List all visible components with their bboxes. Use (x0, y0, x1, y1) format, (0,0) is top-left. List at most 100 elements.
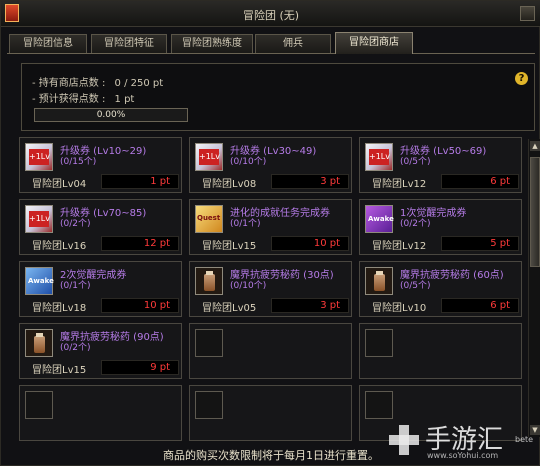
expected-points-label: - 预计获得点数 : (32, 94, 106, 105)
tab-team-shop[interactable]: 冒险团商店 (335, 32, 413, 54)
item-price: 3 pt (271, 174, 349, 189)
window-title: 冒险团 (无) (242, 9, 300, 22)
shop-item-card[interactable]: +1Lv 升级券 (Lv50~69) (0/5个) 冒险团Lv12 6 pt (359, 137, 522, 193)
shop-item-card[interactable]: 魔界抗疲劳秘药 (60点) (0/5个) 冒险团Lv10 6 pt (359, 261, 522, 317)
ticket-label: Awake (368, 215, 394, 223)
required-team-level: 冒险团Lv12 (372, 179, 427, 190)
tab-team-proficiency[interactable]: 冒险团熟练度 (171, 34, 253, 53)
empty-shop-slot (19, 385, 182, 441)
item-purchase-count: (0/2个) (400, 219, 431, 229)
tab-mercenary[interactable]: 佣兵 (255, 34, 331, 53)
held-points-value: 0 / 250 pt (114, 78, 164, 89)
item-footer: 冒险团Lv18 10 pt (22, 298, 179, 314)
item-price: 6 pt (441, 174, 519, 189)
shop-item-card[interactable]: Awake 1次觉醒完成券 (0/2个) 冒险团Lv12 5 pt (359, 199, 522, 255)
held-points-label: - 持有商店点数 : (32, 78, 106, 89)
empty-shop-slot (189, 323, 352, 379)
item-price: 10 pt (101, 298, 179, 313)
coupon-icon[interactable]: +1Lv (25, 205, 53, 233)
required-team-level: 冒险团Lv18 (32, 303, 87, 314)
ticket-label: Quest (197, 214, 221, 222)
awakening-ticket-icon[interactable]: Awake (365, 205, 394, 233)
shop-item-card[interactable]: Quest 进化的成就任务完成券 (0/1个) 冒险团Lv15 10 pt (189, 199, 352, 255)
quest-ticket-icon[interactable]: Quest (195, 205, 223, 233)
item-price: 5 pt (441, 236, 519, 251)
shop-points-panel: - 持有商店点数 : 0 / 250 pt - 预计获得点数 : 1 pt 0.… (21, 63, 535, 131)
level-badge: +1Lv (29, 211, 50, 227)
empty-slot-icon (365, 329, 393, 357)
tab-team-traits[interactable]: 冒险团特征 (91, 34, 167, 53)
item-purchase-count: (0/10个) (230, 281, 267, 291)
shop-item-card[interactable]: +1Lv 升级券 (Lv70~85) (0/2个) 冒险团Lv16 12 pt (19, 199, 182, 255)
item-price: 1 pt (101, 174, 179, 189)
item-purchase-count: (0/1个) (230, 219, 261, 229)
adventure-team-window: 冒险团 (无) 冒险团信息 冒险团特征 冒险团熟练度 佣兵 冒险团商店 - 持有… (0, 0, 540, 466)
empty-slot-icon (195, 391, 223, 419)
required-team-level: 冒险团Lv15 (202, 241, 257, 252)
potion-icon[interactable] (195, 267, 223, 295)
coupon-icon[interactable]: +1Lv (365, 143, 393, 171)
item-purchase-count: (0/2个) (60, 343, 91, 353)
empty-slot-icon (195, 329, 223, 357)
held-points-row: - 持有商店点数 : 0 / 250 pt (32, 74, 163, 89)
item-footer: 冒险团Lv04 1 pt (22, 174, 179, 190)
close-button[interactable] (520, 6, 535, 21)
bottle (34, 336, 45, 353)
empty-slot-icon (25, 391, 53, 419)
item-footer: 冒险团Lv15 9 pt (22, 360, 179, 376)
item-footer: 冒险团Lv15 10 pt (192, 236, 349, 252)
watermark-tag: bete (515, 435, 534, 444)
progress-text: 0.00% (96, 110, 126, 120)
bottle-cap (376, 271, 383, 275)
item-footer: 冒险团Lv12 5 pt (362, 236, 519, 252)
shop-item-card[interactable]: 魔界抗疲劳秘药 (90点) (0/2个) 冒险团Lv15 9 pt (19, 323, 182, 379)
level-badge: +1Lv (369, 149, 390, 165)
title-bar[interactable]: 冒险团 (无) (1, 1, 540, 27)
required-team-level: 冒险团Lv05 (202, 303, 257, 314)
item-footer: 冒险团Lv12 6 pt (362, 174, 519, 190)
scroll-thumb[interactable] (530, 157, 540, 267)
item-footer: 冒险团Lv08 3 pt (192, 174, 349, 190)
awakening2-ticket-icon[interactable]: Awake (25, 267, 54, 295)
item-footer: 冒险团Lv16 12 pt (22, 236, 179, 252)
item-purchase-count: (0/15个) (60, 157, 97, 167)
watermark-url: www.soYohui.com (427, 451, 499, 460)
item-purchase-count: (0/10个) (230, 157, 267, 167)
coupon-icon[interactable]: +1Lv (25, 143, 53, 171)
item-price: 10 pt (271, 236, 349, 251)
level-badge: +1Lv (29, 149, 50, 165)
potion-icon[interactable] (365, 267, 393, 295)
bottle-cap (206, 271, 213, 275)
expected-points-value: 1 pt (114, 94, 135, 105)
empty-shop-slot (189, 385, 352, 441)
tab-bar: 冒险团信息 冒险团特征 冒险团熟练度 佣兵 冒险团商店 (7, 32, 535, 54)
shop-item-card[interactable]: 魔界抗疲劳秘药 (30点) (0/10个) 冒险团Lv05 3 pt (189, 261, 352, 317)
item-footer: 冒险团Lv10 6 pt (362, 298, 519, 314)
required-team-level: 冒险团Lv10 (372, 303, 427, 314)
bottle-cap (36, 333, 43, 337)
shop-item-card[interactable]: Awake 2次觉醒完成券 (0/1个) 冒险团Lv18 10 pt (19, 261, 182, 317)
cross-logo-icon (389, 425, 419, 455)
required-team-level: 冒险团Lv16 (32, 241, 87, 252)
empty-shop-slot (359, 323, 522, 379)
watermark-logo: 手游汇 www.soYohui.com bete (389, 413, 540, 466)
item-price: 12 pt (101, 236, 179, 251)
ticket-label: Awake (28, 277, 54, 285)
level-badge: +1Lv (199, 149, 220, 165)
required-team-level: 冒险团Lv04 (32, 179, 87, 190)
potion-icon[interactable] (25, 329, 53, 357)
shop-item-card[interactable]: +1Lv 升级券 (Lv30~49) (0/10个) 冒险团Lv08 3 pt (189, 137, 352, 193)
coupon-icon[interactable]: +1Lv (195, 143, 223, 171)
shop-scrollbar[interactable]: ▲ ▼ (528, 139, 540, 437)
scroll-up-icon[interactable]: ▲ (530, 141, 540, 151)
shop-item-card[interactable]: +1Lv 升级券 (Lv10~29) (0/15个) 冒险团Lv04 1 pt (19, 137, 182, 193)
bottle (374, 274, 385, 291)
item-price: 9 pt (101, 360, 179, 375)
help-icon[interactable]: ? (515, 72, 528, 85)
item-purchase-count: (0/5个) (400, 281, 431, 291)
tab-team-info[interactable]: 冒险团信息 (9, 34, 87, 53)
item-purchase-count: (0/5个) (400, 157, 431, 167)
item-price: 6 pt (441, 298, 519, 313)
required-team-level: 冒险团Lv08 (202, 179, 257, 190)
required-team-level: 冒险团Lv12 (372, 241, 427, 252)
